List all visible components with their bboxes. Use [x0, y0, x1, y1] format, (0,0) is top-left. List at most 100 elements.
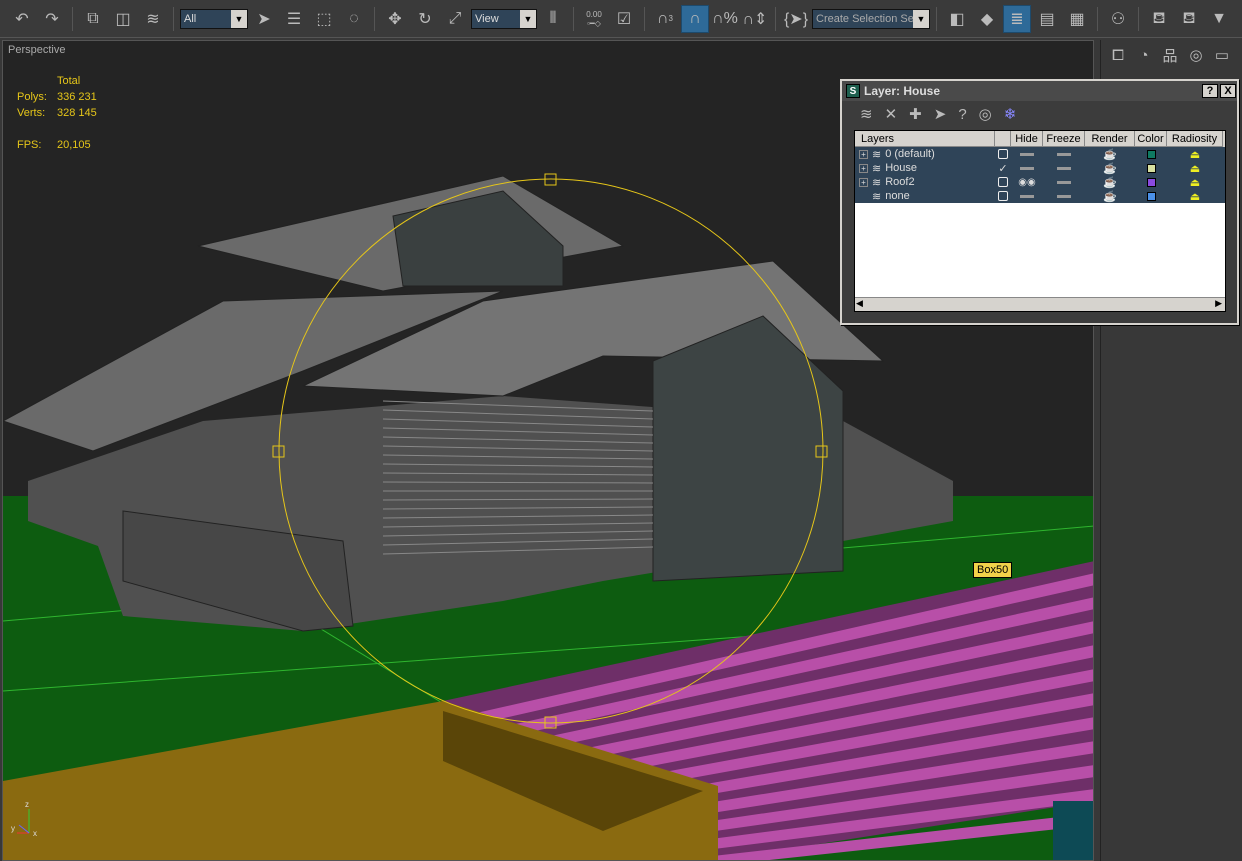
motion-tab-icon[interactable]: ◎: [1183, 42, 1209, 68]
radiosity-icon[interactable]: ⏏: [1167, 161, 1223, 175]
display-tab-icon[interactable]: ▭: [1209, 42, 1235, 68]
horizontal-scrollbar[interactable]: ◀ ▶: [855, 297, 1225, 311]
scroll-right-icon[interactable]: ▶: [1215, 298, 1222, 309]
named-selection-dropdown[interactable]: Create Selection Set ▼: [812, 8, 930, 29]
window-crossing-icon[interactable]: ◌: [340, 5, 368, 33]
hide-cell[interactable]: [1011, 161, 1043, 175]
expand-icon[interactable]: +: [859, 149, 868, 159]
schematic-view-icon[interactable]: ▦: [1063, 5, 1091, 33]
move-icon[interactable]: ✥: [381, 5, 409, 33]
create-tab-icon[interactable]: ◔: [1131, 42, 1157, 68]
viewport-label[interactable]: Perspective: [8, 44, 65, 56]
color-swatch[interactable]: [1146, 149, 1156, 159]
angle-snap-icon[interactable]: ∩: [681, 4, 709, 33]
pivot-center-icon[interactable]: ⫴: [539, 5, 567, 33]
align-icon[interactable]: ◆: [973, 5, 1001, 33]
layer-name[interactable]: Roof2: [885, 176, 914, 188]
render-teapot-icon[interactable]: ☕: [1085, 175, 1135, 189]
select-by-name-icon[interactable]: ☰: [280, 5, 308, 33]
current-layer-cell[interactable]: [995, 175, 1011, 189]
spinner-snap-button[interactable]: 0.00 ▫━◇: [580, 5, 608, 33]
modify-tab-icon[interactable]: ⧠: [1105, 42, 1131, 68]
layer-row[interactable]: + ≋ Roof2 ◉◉ ☕ ⏏: [855, 175, 1225, 189]
column-header[interactable]: [995, 131, 1011, 147]
layer-name[interactable]: House: [885, 162, 917, 174]
column-header[interactable]: Layers: [855, 131, 995, 147]
freeze-cell[interactable]: [1043, 189, 1085, 203]
separator: [775, 6, 776, 31]
select-in-layer-icon[interactable]: ➤: [934, 105, 947, 123]
add-to-layer-icon[interactable]: ✚: [909, 105, 922, 123]
hide-all-icon[interactable]: ◎: [979, 105, 992, 123]
layer-name[interactable]: 0 (default): [885, 148, 935, 160]
layer-row[interactable]: + ≋ none ☕ ⏏: [855, 189, 1225, 203]
layer-manager-icon[interactable]: ≣: [1003, 4, 1031, 33]
column-header[interactable]: Hide: [1011, 131, 1043, 147]
percent-snap-icon[interactable]: ∩%: [711, 5, 739, 33]
expand-icon[interactable]: +: [859, 163, 868, 173]
render-teapot-icon[interactable]: ☕: [1085, 161, 1135, 175]
reference-coordinate-dropdown[interactable]: View ▼: [471, 8, 537, 29]
snap-toggle-icon[interactable]: ∩ 3: [651, 5, 679, 33]
edit-named-selection-icon[interactable]: {➤}: [782, 5, 810, 33]
freeze-cell[interactable]: [1043, 147, 1085, 161]
color-cell[interactable]: [1135, 189, 1167, 203]
scroll-left-icon[interactable]: ◀: [856, 298, 863, 309]
rectangular-selection-icon[interactable]: ⬚: [310, 5, 338, 33]
delete-layer-icon[interactable]: ✕: [885, 105, 898, 123]
radiosity-icon[interactable]: ⏏: [1167, 189, 1223, 203]
column-header[interactable]: Freeze: [1043, 131, 1085, 147]
column-header[interactable]: Color: [1135, 131, 1167, 147]
render-setup-icon[interactable]: ⛾: [1145, 5, 1173, 33]
hide-cell[interactable]: [1011, 147, 1043, 161]
scale-icon[interactable]: ⤢: [441, 5, 469, 33]
color-swatch[interactable]: [1146, 191, 1156, 201]
selection-filter-dropdown[interactable]: All ▼: [180, 8, 248, 29]
rotate-icon[interactable]: ↻: [411, 5, 439, 33]
current-layer-cell[interactable]: [995, 147, 1011, 161]
layer-row[interactable]: + ≋ 0 (default) ☕ ⏏: [855, 147, 1225, 161]
dialog-titlebar[interactable]: S Layer: House: [842, 81, 1237, 101]
hide-cell[interactable]: [1011, 189, 1043, 203]
render-teapot-icon[interactable]: ☕: [1085, 147, 1135, 161]
rendered-frame-window-icon[interactable]: ⛾: [1175, 5, 1203, 33]
layer-row[interactable]: + ≋ House ✓ ☕ ⏏: [855, 161, 1225, 175]
current-layer-cell[interactable]: [995, 189, 1011, 203]
column-header[interactable]: Radiosity: [1167, 131, 1223, 147]
close-button[interactable]: X: [1220, 84, 1236, 98]
column-header[interactable]: Render: [1085, 131, 1135, 147]
new-layer-icon[interactable]: ≋: [860, 105, 873, 123]
current-layer-cell[interactable]: ✓: [995, 161, 1011, 175]
freeze-cell[interactable]: [1043, 161, 1085, 175]
unlink-icon[interactable]: ◫: [109, 5, 137, 33]
material-editor-icon[interactable]: ⚇: [1104, 5, 1132, 33]
undo-icon[interactable]: ↶: [8, 5, 36, 33]
keyboard-shortcut-override-icon[interactable]: ☑: [610, 5, 638, 33]
expand-icon[interactable]: +: [859, 177, 868, 187]
hide-cell[interactable]: ◉◉: [1011, 175, 1043, 189]
freeze-cell[interactable]: [1043, 175, 1085, 189]
quick-render-icon[interactable]: ▼: [1205, 5, 1233, 33]
hierarchy-tab-icon[interactable]: 品: [1157, 42, 1183, 68]
set-current-layer-icon[interactable]: ?: [958, 106, 966, 123]
radiosity-icon[interactable]: ⏏: [1167, 175, 1223, 189]
color-swatch[interactable]: [1146, 163, 1156, 173]
radiosity-icon[interactable]: ⏏: [1167, 147, 1223, 161]
color-cell[interactable]: [1135, 175, 1167, 189]
curve-editor-icon[interactable]: ▤: [1033, 5, 1061, 33]
layer-name[interactable]: none: [885, 190, 909, 202]
spinner-snap-icon[interactable]: ∩⇕: [741, 5, 769, 33]
hidden-eyes-icon: ◉◉: [1018, 176, 1036, 188]
color-cell[interactable]: [1135, 147, 1167, 161]
help-button[interactable]: ?: [1202, 84, 1218, 98]
color-cell[interactable]: [1135, 161, 1167, 175]
render-teapot-icon[interactable]: ☕: [1085, 189, 1135, 203]
redo-icon[interactable]: ↷: [38, 5, 66, 33]
select-object-icon[interactable]: ➤: [250, 5, 278, 33]
bind-space-warp-icon[interactable]: ≋: [139, 5, 167, 33]
mirror-icon[interactable]: ◧: [943, 5, 971, 33]
freeze-all-icon[interactable]: ❄: [1004, 105, 1017, 123]
color-swatch[interactable]: [1146, 177, 1156, 187]
check-icon: ✓: [998, 162, 1008, 175]
select-and-link-icon[interactable]: ⧉: [79, 5, 107, 33]
